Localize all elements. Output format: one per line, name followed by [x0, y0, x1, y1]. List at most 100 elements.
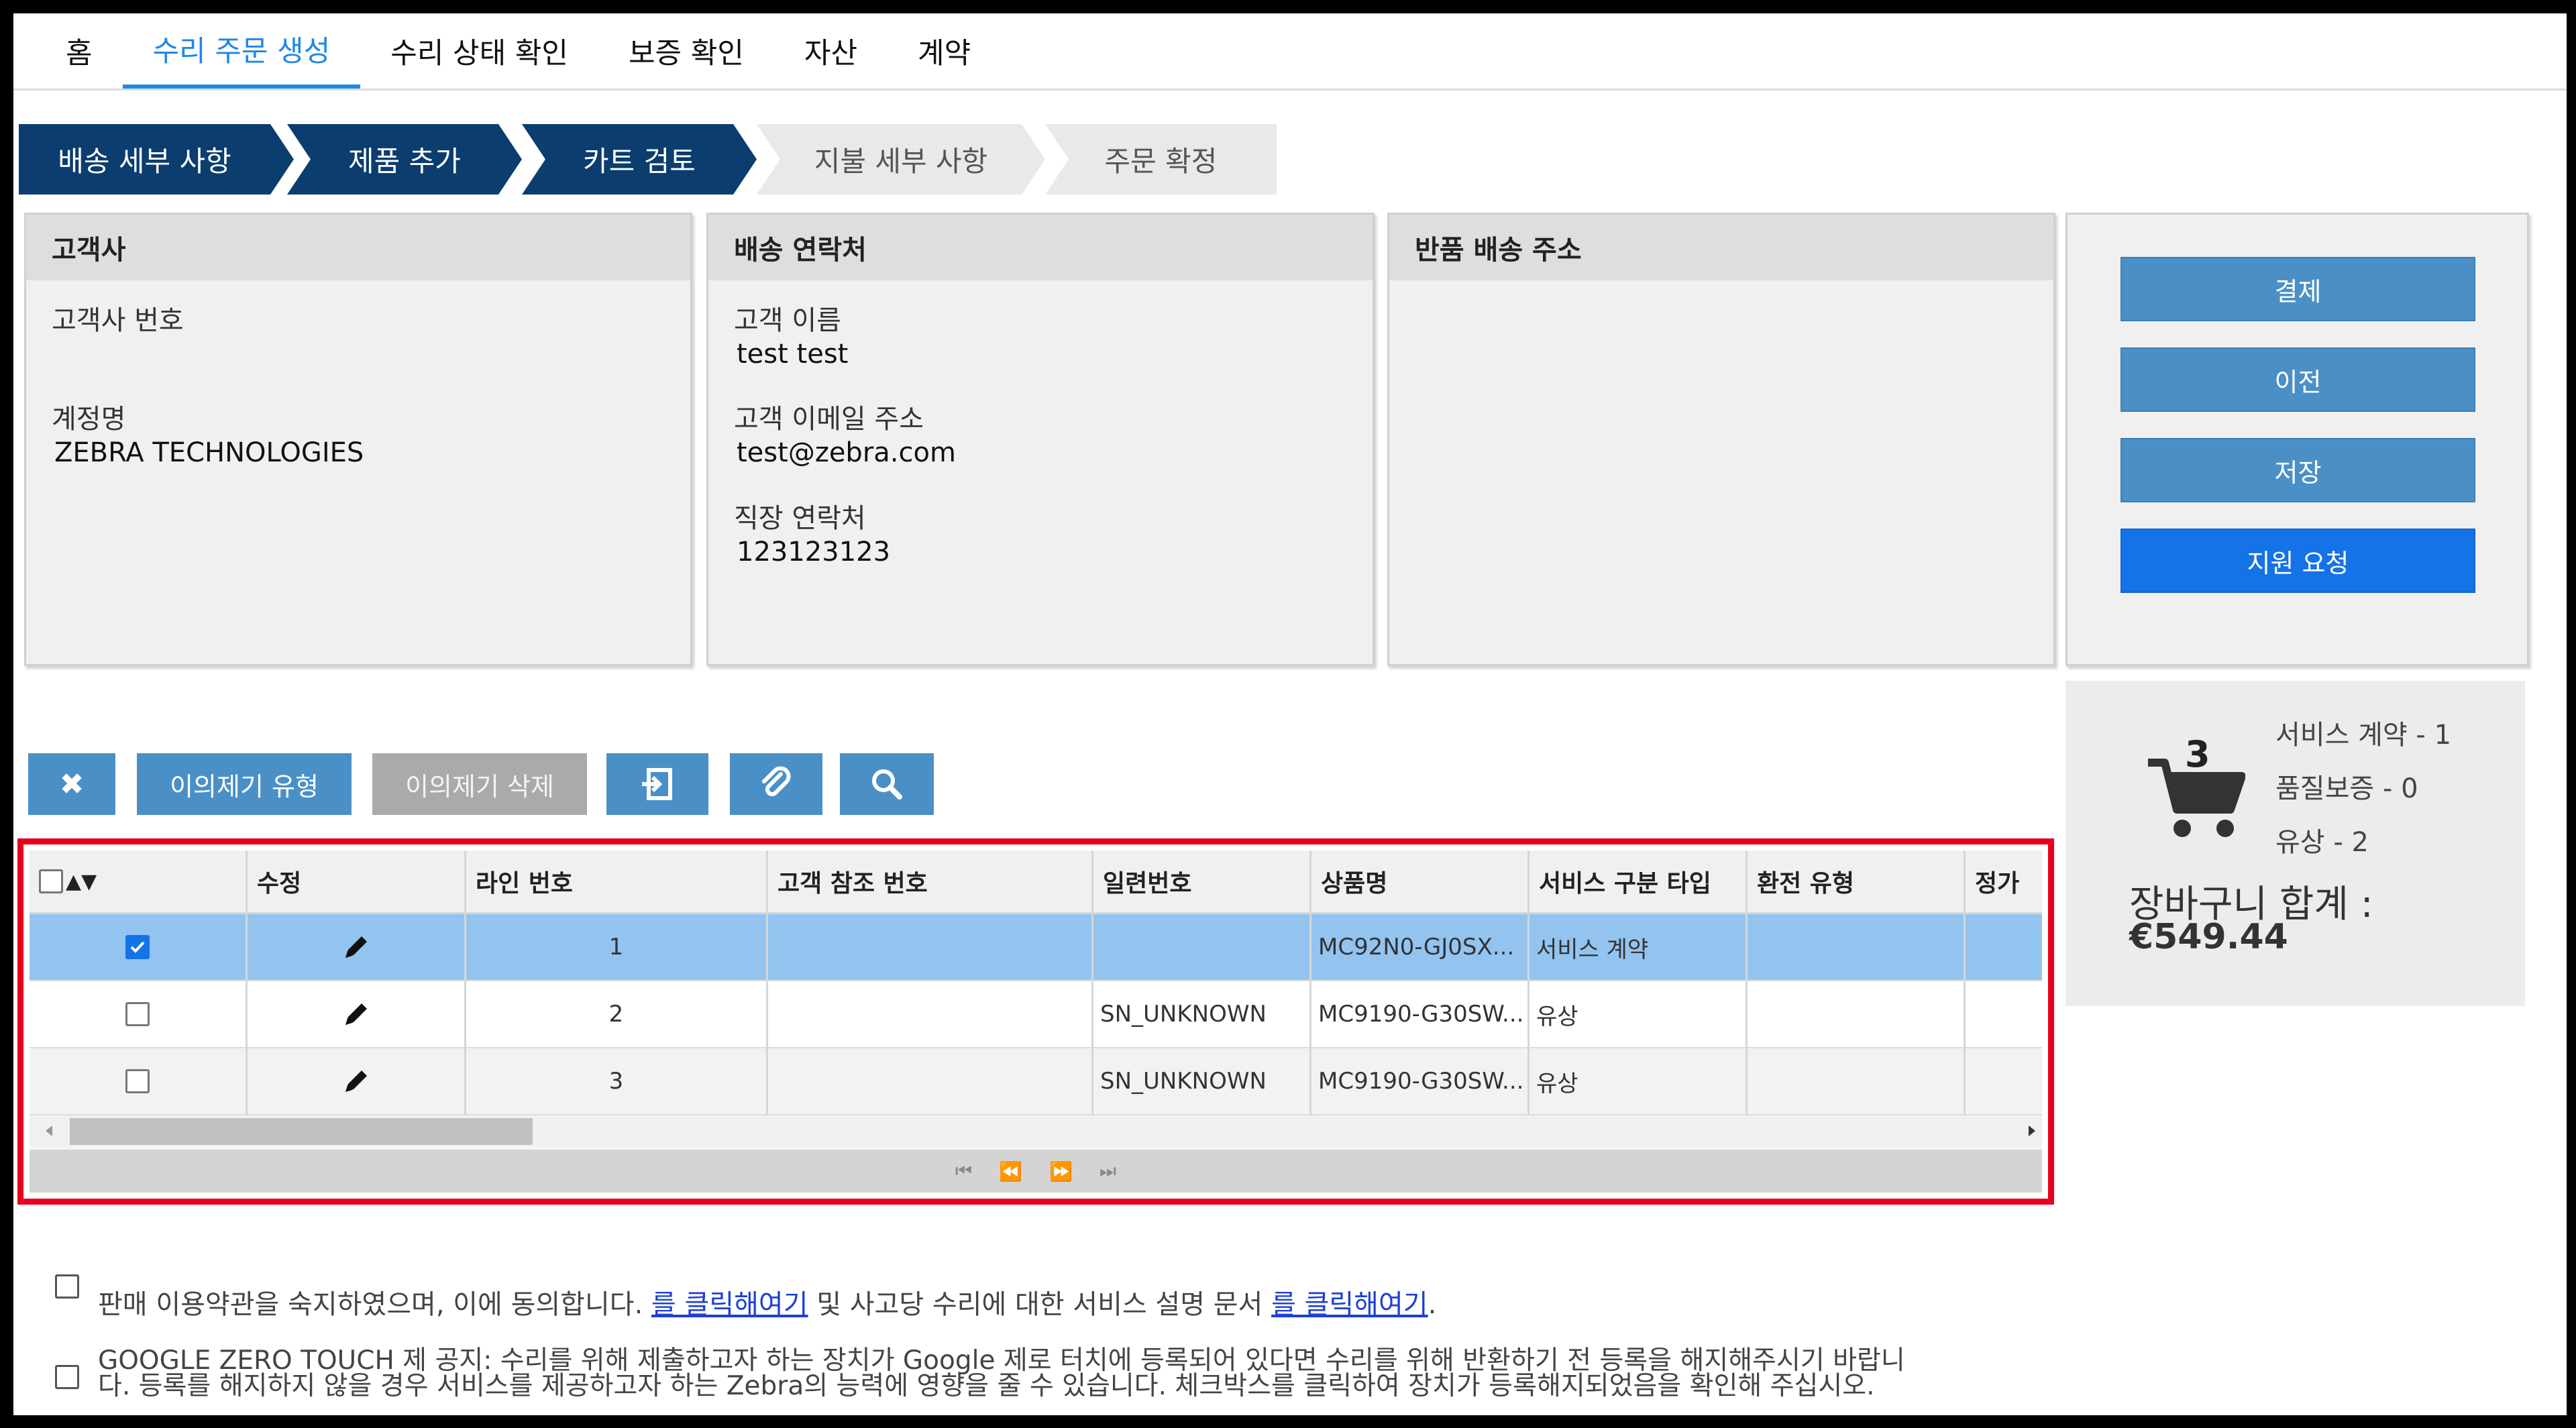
row-line-number: 1: [466, 914, 768, 981]
app-frame: 홈 수리 주문 생성 수리 상태 확인 보증 확인 자산 계약 배송 세부 사항…: [13, 13, 2567, 1415]
col-product-name[interactable]: 상품명: [1311, 850, 1529, 912]
scroll-left-icon[interactable]: [39, 1117, 59, 1144]
export-button[interactable]: [606, 753, 708, 815]
row-customer-ref: [768, 981, 1093, 1048]
step-label: 배송 세부 사항: [58, 145, 231, 178]
row-product-name: MC9190-G30SW...: [1311, 981, 1529, 1048]
export-icon: [642, 768, 672, 800]
scrollbar-thumb[interactable]: [70, 1118, 533, 1145]
delete-row-button[interactable]: ✖: [28, 753, 115, 815]
pay-button[interactable]: 결제: [2121, 257, 2475, 321]
top-nav: 홈 수리 주문 생성 수리 상태 확인 보증 확인 자산 계약: [13, 13, 2567, 91]
next-page-icon[interactable]: ⏩: [1049, 1160, 1073, 1183]
row-service-type: 유상: [1529, 981, 1748, 1048]
search-icon: [872, 769, 902, 800]
step-label: 주문 확정: [1104, 145, 1218, 178]
terms-checkbox[interactable]: [55, 1274, 79, 1299]
col-edit[interactable]: 수정: [248, 850, 466, 912]
terms-link[interactable]: 를 클릭해여기: [651, 1289, 808, 1320]
row-line-number: 2: [466, 981, 768, 1048]
shopping-cart-icon: [2148, 759, 2245, 837]
step-cart-review[interactable]: 카트 검토: [522, 124, 757, 195]
col-service-type[interactable]: 서비스 구분 타입: [1529, 850, 1748, 912]
complaint-type-button[interactable]: 이의제기 유형: [137, 753, 352, 815]
step-label: 카트 검토: [583, 145, 696, 178]
row-select-cell: [30, 914, 248, 981]
col-customer-ref[interactable]: 고객 참조 번호: [768, 850, 1093, 912]
row-list-price: [1966, 914, 2042, 981]
row-checkbox[interactable]: [125, 1002, 150, 1026]
service-doc-link[interactable]: 를 클릭해여기: [1271, 1289, 1428, 1320]
terms-text-part1: 판매 이용약관을 숙지하였으며, 이에 동의합니다.: [98, 1289, 652, 1320]
nav-home[interactable]: 홈: [13, 13, 123, 89]
row-serial: [1093, 914, 1311, 981]
step-shipping-details[interactable]: 배송 세부 사항: [19, 124, 294, 195]
save-button[interactable]: 저장: [2121, 438, 2475, 502]
col-list-price[interactable]: 정가: [1966, 850, 2042, 912]
col-line-number[interactable]: 라인 번호: [466, 850, 768, 912]
table-row[interactable]: 3 SN_UNKNOWN MC9190-G30SW... 유상: [30, 1048, 2042, 1115]
prev-page-icon[interactable]: ⏪: [999, 1160, 1022, 1183]
first-page-icon[interactable]: ⏮: [955, 1160, 972, 1183]
table-row[interactable]: 2 SN_UNKNOWN MC9190-G30SW... 유상: [30, 981, 2042, 1048]
customer-name-label: 고객 이름: [734, 305, 841, 336]
row-customer-ref: [768, 1048, 1093, 1115]
zero-touch-notice: GOOGLE ZERO TOUCH 제 공지: 수리를 위해 제출하고자 하는 …: [98, 1348, 1905, 1399]
select-all-header: ▲▼: [30, 850, 248, 912]
nav-contracts[interactable]: 계약: [888, 13, 1001, 89]
previous-button[interactable]: 이전: [2121, 347, 2475, 412]
search-button[interactable]: [840, 753, 934, 815]
customer-name-value: test test: [737, 339, 849, 370]
row-product-name: MC9190-G30SW...: [1311, 1048, 1529, 1115]
step-order-confirm[interactable]: 주문 확정: [1045, 124, 1277, 195]
step-payment-details[interactable]: 지불 세부 사항: [757, 124, 1045, 195]
work-phone-label: 직장 연락처: [734, 503, 866, 534]
last-page-icon[interactable]: ⏭: [1099, 1160, 1116, 1183]
pencil-icon[interactable]: [340, 931, 372, 963]
customer-email-label: 고객 이메일 주소: [734, 404, 924, 435]
col-serial[interactable]: 일련번호: [1093, 850, 1311, 912]
cart-line-warranty: 품질보증 - 0: [2275, 773, 2418, 804]
paperclip-icon: [762, 766, 791, 797]
nav-warranty-check[interactable]: 보증 확인: [598, 13, 774, 89]
nav-repair-status[interactable]: 수리 상태 확인: [360, 13, 598, 89]
panel-title: 고객사: [26, 215, 690, 280]
row-service-type: 유상: [1529, 1048, 1748, 1115]
row-serial: SN_UNKNOWN: [1093, 1048, 1311, 1115]
grid-header: ▲▼ 수정 라인 번호 고객 참조 번호 일련번호 상품명 서비스 구분 타입 …: [30, 850, 2042, 914]
terms-text-part2: 및 사고당 수리에 대한 서비스 설명 문서: [808, 1289, 1272, 1320]
row-checkbox[interactable]: [125, 1069, 150, 1093]
select-all-checkbox[interactable]: [39, 869, 63, 893]
row-line-number: 3: [466, 1048, 768, 1115]
row-exchange-type: [1748, 981, 1966, 1048]
row-edit-cell: [248, 981, 466, 1048]
cart-total-value: €549.44: [2129, 917, 2288, 957]
nav-create-repair-order[interactable]: 수리 주문 생성: [122, 13, 361, 89]
sort-icon[interactable]: ▲▼: [66, 870, 97, 893]
complaint-delete-button[interactable]: 이의제기 삭제: [372, 753, 587, 815]
shipping-contact-panel: 배송 연락처 고객 이름 test test 고객 이메일 주소 test@ze…: [706, 213, 1375, 666]
horizontal-scrollbar[interactable]: [30, 1115, 2042, 1146]
scroll-right-icon[interactable]: [2022, 1117, 2042, 1144]
cart-items-grid: ▲▼ 수정 라인 번호 고객 참조 번호 일련번호 상품명 서비스 구분 타입 …: [30, 850, 2042, 1193]
account-name-value: ZEBRA TECHNOLOGIES: [54, 437, 364, 468]
pencil-icon[interactable]: [340, 1065, 372, 1097]
zero-touch-line-1: GOOGLE ZERO TOUCH 제 공지: 수리를 위해 제출하고자 하는 …: [98, 1345, 1905, 1376]
col-exchange-type[interactable]: 환전 유형: [1748, 850, 1966, 912]
row-customer-ref: [768, 914, 1093, 981]
nav-assets[interactable]: 자산: [774, 13, 888, 89]
row-list-price: [1966, 1048, 2042, 1115]
table-row[interactable]: 1 MC92N0-GJ0SX... 서비스 계약: [30, 914, 2042, 981]
cart-line-service-contract: 서비스 계약 - 1: [2275, 720, 2452, 751]
zero-touch-checkbox[interactable]: [55, 1365, 79, 1389]
close-icon: ✖: [59, 767, 85, 802]
panel-title: 반품 배송 주소: [1389, 215, 2053, 280]
step-add-product[interactable]: 제품 추가: [287, 124, 522, 195]
attach-button[interactable]: [730, 753, 822, 815]
pencil-icon[interactable]: [340, 998, 372, 1030]
terms-text: 판매 이용약관을 숙지하였으며, 이에 동의합니다. 를 클릭해여기 및 사고당…: [98, 1282, 1436, 1321]
row-exchange-type: [1748, 914, 1966, 981]
row-checkbox[interactable]: [125, 935, 150, 959]
zero-touch-line-2: 다. 등록를 해지하지 않을 경우 서비스를 제공하고자 하는 Zebra의 능…: [98, 1371, 1875, 1401]
support-request-button[interactable]: 지원 요청: [2121, 529, 2475, 593]
